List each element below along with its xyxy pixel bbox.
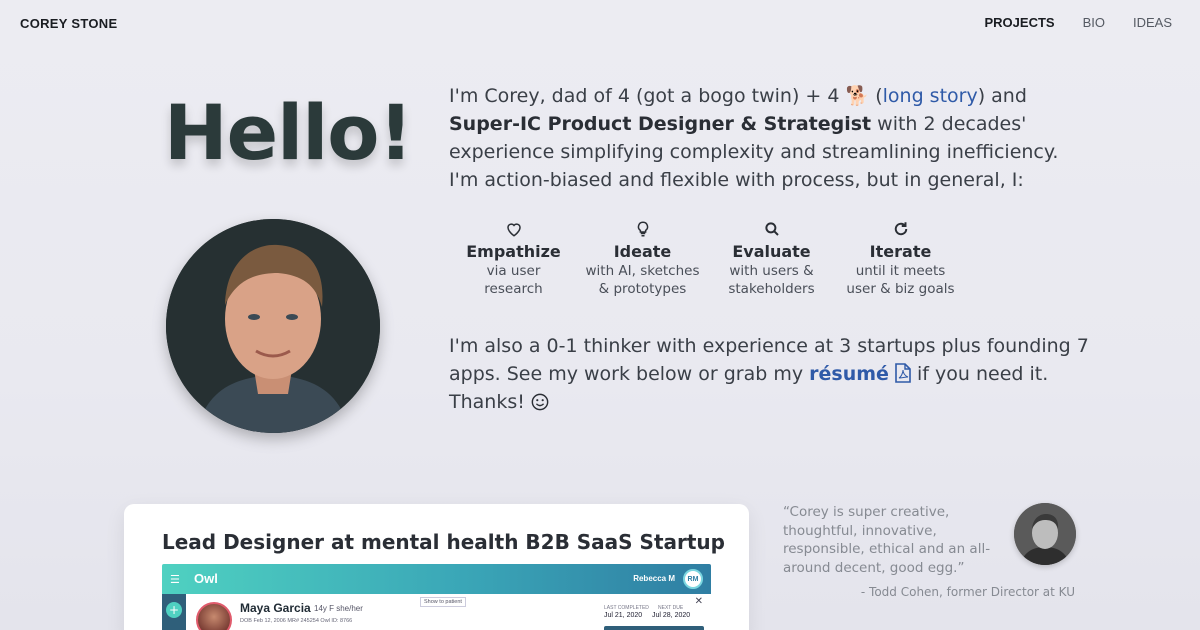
step-iterate: Iterate until it meets user & biz goals: [836, 220, 965, 298]
intro-text: (: [869, 85, 883, 107]
lightbulb-icon: [578, 220, 707, 238]
testimonial-attribution: - Todd Cohen, former Director at KU: [860, 585, 1075, 599]
step-title: Empathize: [466, 242, 561, 261]
intro-text: ) and: [977, 85, 1027, 107]
step-desc: until it meets: [855, 263, 946, 279]
mock-user: Rebecca M: [633, 574, 675, 583]
step-evaluate: Evaluate with users & stakeholders: [707, 220, 836, 298]
nav-bio[interactable]: BIO: [1069, 14, 1119, 32]
testimonial-photo: [1014, 503, 1076, 565]
next-due-date: Jul 28, 2020: [652, 612, 691, 619]
portrait-icon: [1014, 503, 1076, 565]
next-due-label: NEXT DUE: [658, 605, 684, 611]
role-title: Super-IC Product Designer & Strategist: [449, 113, 872, 135]
main-nav: PROJECTS BIO IDEAS: [971, 14, 1187, 32]
nav-projects[interactable]: PROJECTS: [971, 14, 1069, 32]
patient-meta: 14y F she/her: [314, 604, 363, 613]
project-card[interactable]: Lead Designer at mental health B2B SaaS …: [124, 504, 749, 630]
testimonial-quote: “Corey is super creative, thoughtful, in…: [783, 504, 991, 576]
profile-photo: [166, 219, 380, 433]
step-ideate: Ideate with AI, sketches & prototypes: [578, 220, 707, 298]
step-empathize: Empathize via user research: [449, 220, 578, 298]
portrait-icon: [166, 219, 380, 433]
outro-paragraph: I'm also a 0-1 thinker with experience a…: [449, 332, 1089, 416]
patient-avatar: [196, 602, 232, 630]
step-title: Ideate: [613, 242, 672, 261]
search-icon: [707, 220, 836, 238]
process-steps: Empathize via user research Ideate with …: [449, 220, 965, 298]
mock-button: [604, 626, 704, 630]
patient-info: DOB Feb 12, 2006 MR# 245254 Owl ID: 8766: [240, 618, 353, 624]
close-icon: ✕: [694, 596, 703, 607]
redo-icon: [836, 220, 965, 238]
step-title: Evaluate: [732, 242, 811, 261]
patient-name: Maya Garcia: [240, 601, 311, 615]
resume-link[interactable]: résumé: [809, 363, 889, 385]
intro-paragraph: I'm Corey, dad of 4 (got a bogo twin) + …: [449, 82, 1079, 194]
mock-app-bar: ☰ Owl Rebecca M RM: [162, 564, 711, 594]
project-title[interactable]: Lead Designer at mental health B2B SaaS …: [162, 530, 725, 554]
site-logo[interactable]: COREY STONE: [20, 16, 117, 31]
step-desc: via user: [486, 263, 541, 279]
pdf-icon[interactable]: [895, 363, 911, 383]
hamburger-icon: ☰: [170, 573, 180, 586]
step-desc: with AI, sketches: [585, 263, 700, 279]
last-completed-label: LAST COMPLETED: [604, 605, 649, 611]
long-story-link[interactable]: long story: [883, 85, 978, 107]
project-screenshot: ☰ Owl Rebecca M RM + Maya Garcia 14y F s…: [162, 564, 711, 630]
hero-greeting: Hello!: [164, 88, 413, 177]
mock-brand: Owl: [194, 571, 218, 586]
step-desc: research: [484, 281, 543, 297]
step-desc: with users &: [729, 263, 814, 279]
dog-icon: 🐕: [845, 85, 870, 107]
step-desc: stakeholders: [728, 281, 815, 297]
smile-icon: [531, 393, 549, 411]
nav-ideas[interactable]: IDEAS: [1119, 14, 1186, 32]
heart-icon: [449, 220, 578, 238]
mock-avatar: RM: [683, 569, 703, 589]
step-desc: & prototypes: [598, 281, 687, 297]
step-title: Iterate: [869, 242, 932, 261]
plus-icon: +: [166, 602, 182, 618]
intro-text: I'm Corey, dad of 4 (got a bogo twin) + …: [449, 85, 846, 107]
step-desc: user & biz goals: [846, 281, 955, 297]
show-to-patient: Show to patient: [420, 597, 466, 607]
last-completed-date: Jul 21, 2020: [604, 612, 643, 619]
